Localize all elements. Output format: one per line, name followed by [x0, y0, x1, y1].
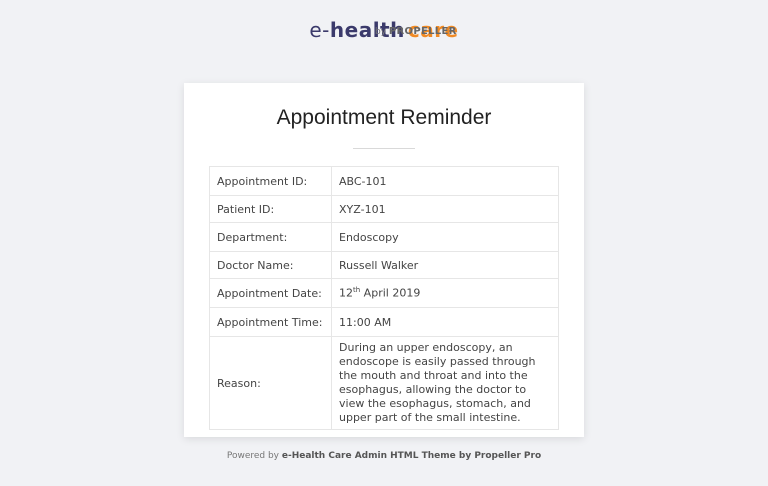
table-row: Appointment ID: ABC-101 — [209, 166, 559, 196]
row-value: Endoscopy — [331, 222, 559, 252]
logo-by: by — [375, 27, 387, 37]
logo-text-e: e- — [309, 18, 330, 42]
footer-credit: e-Health Care Admin HTML Theme by Propel… — [281, 451, 542, 461]
footer: Powered by e-Health Care Admin HTML Them… — [0, 451, 768, 461]
row-label: Department: — [209, 222, 332, 252]
row-value: XYZ-101 — [331, 195, 559, 223]
date-rest: April 2019 — [360, 286, 421, 300]
table-row: Appointment Time: 11:00 AM — [209, 307, 559, 337]
title-divider — [353, 148, 415, 149]
row-label: Appointment ID: — [209, 166, 332, 196]
table-row: Reason: During an upper endoscopy, an en… — [209, 336, 559, 430]
row-value: ABC-101 — [331, 166, 559, 196]
row-label: Patient ID: — [209, 195, 332, 223]
logo-brand: PROPELLER — [388, 26, 457, 37]
table-row: Appointment Date: 12th April 2019 — [209, 278, 559, 308]
row-value-reason: During an upper endoscopy, an endoscope … — [331, 336, 559, 430]
row-label: Appointment Time: — [209, 307, 332, 337]
page-title: Appointment Reminder — [276, 106, 492, 129]
row-label: Appointment Date: — [209, 278, 332, 308]
table-row: Department: Endoscopy — [209, 222, 559, 252]
row-label: Reason: — [209, 336, 332, 430]
footer-prefix: Powered by — [226, 451, 282, 461]
table-row: Patient ID: XYZ-101 — [209, 195, 559, 223]
appointment-details-table: Appointment ID: ABC-101 Patient ID: XYZ-… — [209, 166, 559, 430]
row-value-date: 12th April 2019 — [331, 278, 559, 308]
row-value: Russell Walker — [331, 251, 559, 279]
logo-byline: by PROPELLER — [375, 26, 457, 37]
table-row: Doctor Name: Russell Walker — [209, 251, 559, 279]
row-value: 11:00 AM — [331, 307, 559, 337]
date-day: 12 — [339, 286, 353, 300]
row-label: Doctor Name: — [209, 251, 332, 279]
